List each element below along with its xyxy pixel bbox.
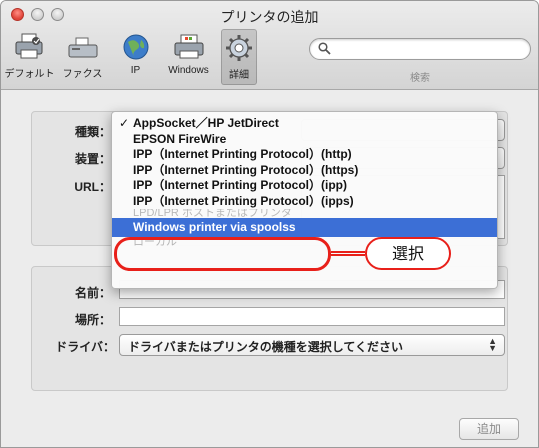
annotation-highlight-oval xyxy=(114,237,331,271)
search-icon xyxy=(318,42,331,58)
menu-item-ipp-https[interactable]: IPP（Internet Printing Protocol）(https) xyxy=(112,163,497,179)
driver-popup-value: ドライバまたはプリンタの機種を選択してください xyxy=(128,340,404,354)
popup-arrows-icon: ▲ ▼ xyxy=(488,336,497,353)
menu-item-lpd[interactable]: LPD/LPR ホストまたはプリンタ xyxy=(112,209,497,218)
menu-item-windows-spoolss[interactable]: Windows printer via spoolss xyxy=(112,218,497,237)
menu-item-ipp-http[interactable]: IPP（Internet Printing Protocol）(http) xyxy=(112,147,497,163)
toolbar-windows-button[interactable]: Windows xyxy=(162,29,215,85)
driver-popup[interactable]: ドライバまたはプリンタの機種を選択してください ▲ ▼ xyxy=(119,334,505,356)
toolbar-ip-button[interactable]: IP xyxy=(109,29,162,85)
toolbar-default-label: デフォルト xyxy=(4,69,55,80)
menu-item-appsocket[interactable]: ✓ AppSocket／HP JetDirect xyxy=(112,116,497,132)
menu-item-epson-firewire[interactable]: EPSON FireWire xyxy=(112,132,497,148)
fax-icon xyxy=(66,31,100,63)
menu-item-ipp-ipp[interactable]: IPP（Internet Printing Protocol）(ipp) xyxy=(112,178,497,194)
toolbar-fax-button[interactable]: ファクス xyxy=(56,29,109,85)
toolbar-advanced-label: 詳細 xyxy=(229,70,249,81)
checkmark-icon: ✓ xyxy=(119,116,130,130)
toolbar-default-button[interactable]: デフォルト xyxy=(3,29,56,85)
add-printer-window: プリンタの追加 デフォルト ファクス IP Windows 詳細 検索 種類： … xyxy=(0,0,539,448)
window-title: プリンタの追加 xyxy=(220,9,319,25)
advanced-gear-icon xyxy=(222,32,256,64)
search-label: 検索 xyxy=(410,73,430,84)
search-input[interactable] xyxy=(309,38,531,60)
printer-default-icon xyxy=(13,31,47,63)
location-field[interactable] xyxy=(119,307,505,326)
toolbar-windows-label: Windows xyxy=(168,65,209,76)
kind-label: 種類： xyxy=(74,125,111,139)
menu-item-ipp-ipps[interactable]: IPP（Internet Printing Protocol）(ipps) xyxy=(112,194,497,210)
add-button[interactable]: 追加 xyxy=(459,418,519,440)
toolbar-fax-label: ファクス xyxy=(62,69,103,80)
globe-icon xyxy=(119,31,153,63)
toolbar: デフォルト ファクス IP Windows 詳細 xyxy=(3,29,263,85)
name-label: 名前： xyxy=(74,286,111,300)
device-label: 装置： xyxy=(74,152,111,166)
driver-label: ドライバ： xyxy=(55,340,115,354)
windows-printer-icon xyxy=(172,31,206,63)
url-label: URL： xyxy=(74,180,111,194)
location-label: 場所： xyxy=(74,313,111,327)
title-bar: プリンタの追加 デフォルト ファクス IP Windows 詳細 検索 xyxy=(1,1,538,90)
toolbar-advanced-button[interactable]: 詳細 xyxy=(221,29,257,85)
annotation-select-callout: 選択 xyxy=(365,237,451,270)
toolbar-ip-label: IP xyxy=(130,65,141,76)
annotation-connector xyxy=(331,251,365,256)
